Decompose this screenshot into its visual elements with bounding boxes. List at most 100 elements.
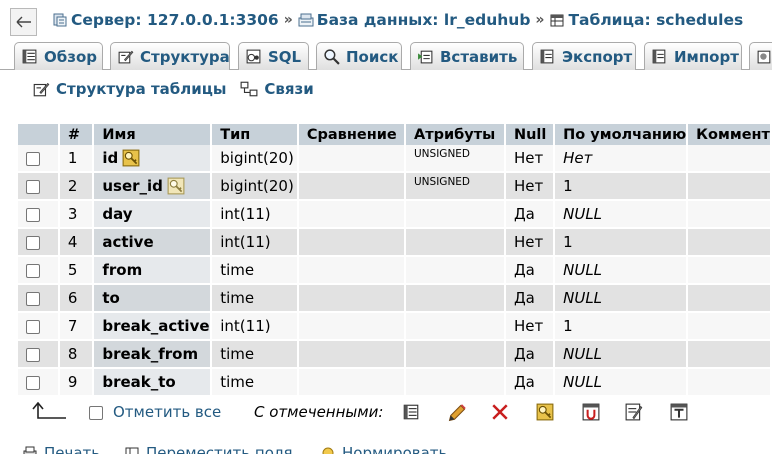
tab-search[interactable]: Поиск <box>316 42 402 70</box>
table-row[interactable]: 8 break_from time Да NULL <box>18 341 772 369</box>
header-number[interactable]: # <box>59 124 95 145</box>
with-selected-label: С отмеченными: <box>254 403 384 421</box>
tab-sql-label: SQL <box>268 47 302 66</box>
cell-number: 7 <box>59 313 95 341</box>
move-columns-icon <box>125 447 139 454</box>
tab-import[interactable]: Импорт <box>644 42 742 70</box>
row-checkbox[interactable] <box>26 375 40 390</box>
breadcrumb-separator: » <box>283 12 293 28</box>
tab-export-label: Экспорт <box>562 47 633 66</box>
fulltext-icon[interactable] <box>670 403 688 421</box>
structure-sublinks: Структура таблицы Связи <box>32 80 328 98</box>
table-structure-link[interactable]: Структура таблицы <box>32 80 226 98</box>
header-collation[interactable]: Сравнение <box>298 124 406 145</box>
row-checkbox[interactable] <box>26 207 40 222</box>
normalize-link[interactable]: Нормировать <box>320 444 447 454</box>
normalize-link-label: Нормировать <box>342 444 448 454</box>
column-name: id <box>102 148 119 167</box>
cell-number: 9 <box>59 369 95 397</box>
cell-name: break_from <box>94 341 213 369</box>
cell-type: int(11) <box>212 229 299 257</box>
row-select-cell <box>18 285 60 313</box>
edit-pencil-icon[interactable] <box>447 403 467 423</box>
header-comment[interactable]: Коммент <box>688 124 772 145</box>
tab-search-label: Поиск <box>346 47 399 66</box>
cell-type: time <box>212 369 299 397</box>
tab-insert[interactable]: Вставить <box>410 42 524 70</box>
unique-icon[interactable] <box>582 403 600 421</box>
index-key-icon <box>167 177 185 195</box>
cell-default: 1 <box>555 229 689 257</box>
breadcrumb-separator: » <box>535 12 545 28</box>
row-select-cell <box>18 201 60 229</box>
cell-name: to <box>94 285 213 313</box>
header-type[interactable]: Тип <box>212 124 299 145</box>
cell-null: Нет <box>505 173 556 201</box>
browse-icon[interactable] <box>402 403 420 421</box>
table-row[interactable]: 2 user_id bigint(20) UNSIGNED Нет 1 <box>18 173 772 201</box>
cell-default: NULL <box>555 201 689 229</box>
cell-collation <box>298 145 406 173</box>
table-header-row: # Имя Тип Сравнение Атрибуты Null По умо… <box>18 124 772 145</box>
row-checkbox[interactable] <box>26 263 40 278</box>
column-name: day <box>102 205 133 223</box>
cell-type: time <box>212 257 299 285</box>
cell-name: user_id <box>94 173 213 201</box>
cell-attributes <box>406 257 506 285</box>
table-row[interactable]: 7 break_active int(11) Нет 1 <box>18 313 772 341</box>
structure-icon <box>33 82 50 97</box>
breadcrumb-server[interactable]: Сервер: 127.0.0.1:3306 <box>52 11 279 29</box>
tab-browse-label: Обзор <box>44 47 97 66</box>
table-row[interactable]: 4 active int(11) Нет 1 <box>18 229 772 257</box>
row-select-cell <box>18 145 60 173</box>
tab-more[interactable] <box>749 42 772 70</box>
row-select-cell <box>18 173 60 201</box>
cell-null: Нет <box>505 229 556 257</box>
row-checkbox[interactable] <box>26 235 40 250</box>
table-row[interactable]: 1 id bigint(20) UNSIGNED Нет Нет <box>18 145 772 173</box>
breadcrumb-database[interactable]: База данных: lr_eduhub <box>298 11 530 29</box>
header-default[interactable]: По умолчанию <box>555 124 689 145</box>
tab-bar: Обзор Структура SQL Поиск Вставить Экспо… <box>0 42 772 70</box>
row-checkbox[interactable] <box>26 319 40 334</box>
cell-attributes <box>406 201 506 229</box>
breadcrumb-table[interactable]: Таблица: schedules <box>549 11 743 29</box>
tab-structure[interactable]: Структура <box>110 42 230 70</box>
index-icon[interactable] <box>625 403 643 421</box>
cell-null: Нет <box>505 313 556 341</box>
row-checkbox[interactable] <box>26 347 40 362</box>
cell-attributes: UNSIGNED <box>406 173 506 201</box>
cell-name: break_active <box>94 313 213 341</box>
tab-sql[interactable]: SQL <box>238 42 309 70</box>
cell-default: Нет <box>555 145 689 173</box>
primary-key-icon[interactable] <box>536 403 554 421</box>
move-columns-link[interactable]: Переместить поля <box>124 444 292 454</box>
header-null[interactable]: Null <box>505 124 556 145</box>
row-checkbox[interactable] <box>26 151 40 166</box>
row-select-cell <box>18 229 60 257</box>
check-all-checkbox[interactable] <box>89 406 103 420</box>
tab-export[interactable]: Экспорт <box>532 42 636 70</box>
drop-icon[interactable] <box>491 403 509 421</box>
tab-browse[interactable]: Обзор <box>14 42 103 70</box>
table-row[interactable]: 6 to time Да NULL <box>18 285 772 313</box>
table-row[interactable]: 5 from time Да NULL <box>18 257 772 285</box>
table-row[interactable]: 9 break_to time Да NULL <box>18 369 772 397</box>
table-row[interactable]: 3 day int(11) Да NULL <box>18 201 772 229</box>
row-checkbox[interactable] <box>26 179 40 194</box>
tab-import-label: Импорт <box>674 47 739 66</box>
row-checkbox[interactable] <box>26 291 40 306</box>
header-attributes[interactable]: Атрибуты <box>406 124 506 145</box>
tab-insert-label: Вставить <box>440 47 518 66</box>
check-all-label[interactable]: Отметить все <box>113 403 221 421</box>
back-arrow-button[interactable] <box>10 8 37 36</box>
print-link[interactable]: Печать <box>22 444 100 454</box>
cell-attributes: UNSIGNED <box>406 145 506 173</box>
search-icon <box>324 49 340 65</box>
row-select-cell <box>18 341 60 369</box>
relations-link[interactable]: Связи <box>240 80 314 98</box>
cell-comment <box>688 173 772 201</box>
cell-attributes <box>406 229 506 257</box>
cell-type: time <box>212 285 299 313</box>
header-name[interactable]: Имя <box>94 124 213 145</box>
